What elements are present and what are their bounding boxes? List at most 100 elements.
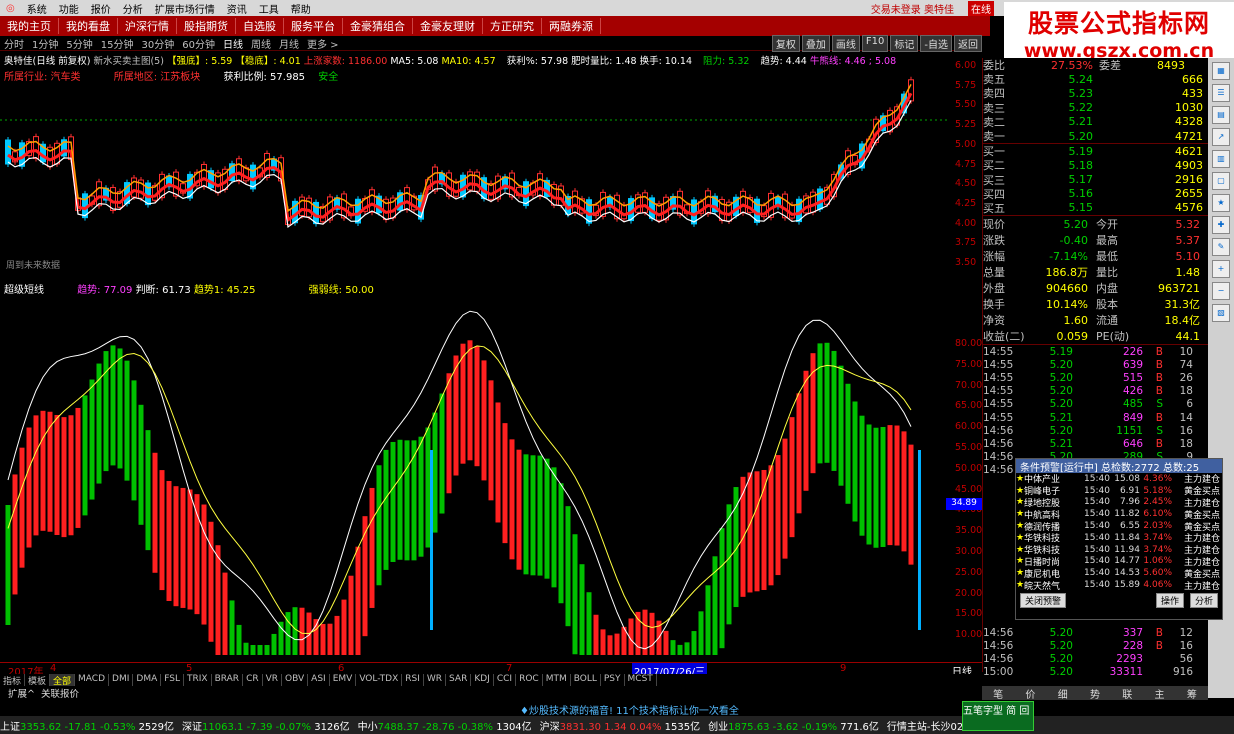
alert-row[interactable]: ★ 华铁科技 15:40 11.94 3.74% 主力建仓: [1016, 544, 1222, 557]
indicator-tab[interactable]: MCST: [625, 674, 657, 686]
alert-row[interactable]: ★ 皖天然气 15:40 15.89 4.06% 主力建仓: [1016, 579, 1222, 592]
indicator-tab[interactable]: BRAR: [212, 674, 244, 686]
tool-draw[interactable]: 画线: [831, 34, 860, 52]
sidebar-trend-icon[interactable]: ↗: [1212, 128, 1230, 146]
indicator-tab[interactable]: PSY: [601, 674, 625, 686]
sidebar-list-icon[interactable]: ☰: [1212, 84, 1230, 102]
panel-tab[interactable]: 筹: [1187, 686, 1197, 701]
nav-margin[interactable]: 两融券源: [542, 18, 601, 34]
tool-overlay[interactable]: 叠加: [801, 34, 830, 52]
alert-row[interactable]: ★ 德润传播 15:40 6.55 2.03% 黄金买点: [1016, 520, 1222, 533]
sidebar-minus-icon[interactable]: −: [1212, 282, 1230, 300]
indicator-tab[interactable]: MACD: [75, 674, 110, 686]
sidebar-grid-icon[interactable]: ▤: [1212, 106, 1230, 124]
period-5m[interactable]: 5分钟: [66, 36, 92, 51]
menu-ext-market[interactable]: 扩展市场行情: [155, 1, 215, 16]
period-more[interactable]: 更多 >: [307, 36, 339, 51]
sidebar-cross-icon[interactable]: ✚: [1212, 216, 1230, 234]
sidebar-star-icon[interactable]: ★: [1212, 194, 1230, 212]
panel-tab[interactable]: 主: [1155, 686, 1165, 701]
indicator-tab[interactable]: MTM: [543, 674, 571, 686]
alert-row[interactable]: ★ 中体产业 15:40 15.08 4.36% 主力建仓: [1016, 473, 1222, 486]
sidebar-plus-icon[interactable]: +: [1212, 260, 1230, 278]
panel-tab[interactable]: 联: [1122, 686, 1132, 701]
sidebar-pen-icon[interactable]: ✎: [1212, 238, 1230, 256]
close-alert-button[interactable]: 关闭预警: [1020, 592, 1067, 608]
menu-news[interactable]: 资讯: [227, 1, 247, 16]
sidebar-grid2-icon[interactable]: ▧: [1212, 304, 1230, 322]
tool-f10[interactable]: F10: [861, 34, 889, 52]
nav-finance[interactable]: 金豪友理财: [413, 18, 483, 34]
period-1m[interactable]: 1分钟: [32, 36, 58, 51]
indicator-tab[interactable]: CR: [243, 674, 263, 686]
period-60m[interactable]: 60分钟: [182, 36, 215, 51]
tool-add-watch[interactable]: -自选: [920, 34, 952, 52]
panel-tab[interactable]: 细: [1058, 686, 1068, 701]
indicator-tab[interactable]: OBV: [282, 674, 309, 686]
tool-adjust[interactable]: 复权: [771, 34, 800, 52]
condition-alert-window[interactable]: 条件预警[运行中] 总检数:2772 总数:25 ★ 中体产业 15:40 15.08…: [1015, 458, 1223, 620]
indicator-tab[interactable]: RSI: [402, 674, 424, 686]
alert-title[interactable]: 条件预警[运行中] 总检数:2772 总数:25: [1016, 459, 1222, 474]
kline-chart[interactable]: [0, 52, 955, 280]
indicator-tab[interactable]: FSL: [161, 674, 184, 686]
nav-hs-market[interactable]: 沪深行情: [118, 18, 177, 34]
related-quote-button[interactable]: 关联报价: [41, 686, 79, 700]
tool-mark[interactable]: 标记: [890, 34, 919, 52]
indicator-tab[interactable]: 模板: [25, 674, 51, 687]
indicator-tab[interactable]: VR: [263, 674, 283, 686]
menu-tools[interactable]: 工具: [259, 1, 279, 16]
menu-system[interactable]: 系统: [27, 1, 47, 16]
indicator-tab[interactable]: ROC: [516, 674, 543, 686]
alert-row[interactable]: ★ 华铁科技 15:40 11.84 3.74% 主力建仓: [1016, 532, 1222, 545]
nav-service[interactable]: 服务平台: [284, 18, 343, 34]
period-daily[interactable]: 日线: [223, 36, 243, 51]
nav-futures[interactable]: 股指期货: [177, 18, 236, 34]
indicator-tab[interactable]: ASI: [308, 674, 330, 686]
indicator-tab[interactable]: 全部: [50, 674, 76, 687]
indicator-tab[interactable]: DMI: [109, 674, 134, 686]
indicator-tab[interactable]: EMV: [330, 674, 357, 686]
indicator-tab[interactable]: DMA: [133, 674, 162, 686]
nav-my-watch[interactable]: 我的看盘: [59, 18, 118, 34]
alert-operate-button[interactable]: 操作: [1155, 592, 1184, 608]
period-30m[interactable]: 30分钟: [141, 36, 174, 51]
indicator-tab[interactable]: WR: [424, 674, 447, 686]
expand-button[interactable]: 扩展^: [8, 686, 35, 700]
indicator-tab[interactable]: 指标: [0, 674, 26, 687]
alert-row[interactable]: ★ 绿地控股 15:40 7.96 2.45% 主力建仓: [1016, 497, 1222, 509]
nav-research[interactable]: 方正研究: [483, 18, 542, 34]
oscillator-chart[interactable]: [0, 280, 955, 660]
alert-row[interactable]: ★ 铜峰电子 15:40 6.91 5.18% 黄金买点: [1016, 485, 1222, 498]
menu-help[interactable]: 帮助: [291, 1, 311, 16]
indicator-tab[interactable]: BOLL: [571, 674, 601, 686]
indicator-tab[interactable]: CCI: [494, 674, 517, 686]
panel-tab[interactable]: 笔: [993, 686, 1003, 701]
sidebar-doc-icon[interactable]: ▢: [1212, 172, 1230, 190]
period-weekly[interactable]: 周线: [251, 36, 271, 51]
menu-function[interactable]: 功能: [59, 1, 79, 16]
alert-analyze-button[interactable]: 分析: [1189, 592, 1218, 608]
indicator-tab[interactable]: VOL-TDX: [356, 674, 403, 686]
alert-row[interactable]: ★ 日播时尚 15:40 14.77 1.06% 主力建仓: [1016, 556, 1222, 568]
nav-watchlist[interactable]: 自选股: [236, 18, 284, 34]
indicator-tab[interactable]: KDJ: [471, 674, 494, 686]
promo-text[interactable]: ♦炒股技术源的福音! 11个技术指标让你一次看全: [520, 702, 739, 717]
ime-indicator[interactable]: 五笔字型 简 回: [962, 701, 1034, 731]
nav-portfolio[interactable]: 金豪猜组合: [343, 18, 413, 34]
nav-home[interactable]: 我的主页: [0, 18, 59, 34]
panel-tab[interactable]: 势: [1090, 686, 1100, 701]
indicator-tab[interactable]: TRIX: [184, 674, 212, 686]
sidebar-chart-icon[interactable]: ▦: [1212, 62, 1230, 80]
alert-row[interactable]: ★ 中航高科 15:40 11.82 6.10% 黄金买点: [1016, 508, 1222, 521]
alert-row[interactable]: ★ 康尼机电 15:40 14.53 5.60% 黄金买点: [1016, 567, 1222, 580]
period-intraday[interactable]: 分时: [4, 36, 24, 51]
period-monthly[interactable]: 月线: [279, 36, 299, 51]
indicator-tab[interactable]: SAR: [446, 674, 472, 686]
tool-back[interactable]: 返回: [954, 34, 982, 52]
menu-analysis[interactable]: 分析: [123, 1, 143, 16]
sidebar-bar-icon[interactable]: ▥: [1212, 150, 1230, 168]
panel-tab[interactable]: 价: [1025, 686, 1035, 701]
menu-quote[interactable]: 报价: [91, 1, 111, 16]
period-15m[interactable]: 15分钟: [101, 36, 134, 51]
